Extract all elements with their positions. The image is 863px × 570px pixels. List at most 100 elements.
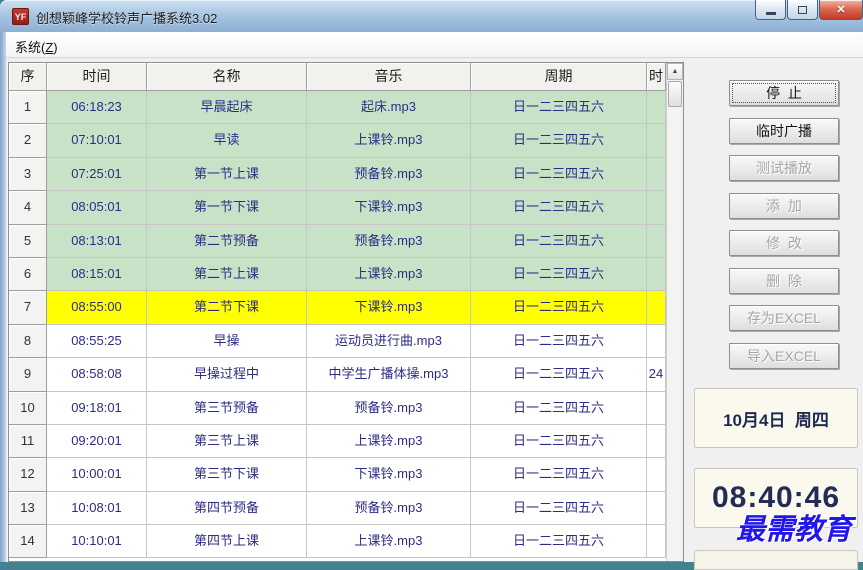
table-row[interactable]: 2 07:10:01 早读 上课铃.mp3 日一二三四五六 bbox=[9, 124, 666, 158]
cell-name: 第四节预备 bbox=[147, 491, 307, 526]
scroll-up-icon: ▲ bbox=[671, 68, 679, 75]
cell-name: 第三节预备 bbox=[147, 391, 307, 425]
row-number[interactable]: 12 bbox=[9, 458, 47, 492]
cell-period: 日一二三四五六 bbox=[471, 291, 647, 325]
cell-name: 早晨起床 bbox=[147, 91, 307, 125]
cell-time: 09:18:01 bbox=[47, 391, 147, 425]
action-button-3[interactable]: 测试播放 bbox=[729, 155, 839, 181]
table-row[interactable]: 14 10:10:01 第四节上课 上课铃.mp3 日一二三四五六 bbox=[9, 525, 666, 559]
table-row[interactable]: 10 09:18:01 第三节预备 预备铃.mp3 日一二三四五六 bbox=[9, 391, 666, 425]
cell-music: 预备铃.mp3 bbox=[307, 224, 471, 258]
cell-extra bbox=[647, 424, 666, 459]
cell-extra bbox=[647, 91, 666, 125]
table-row[interactable]: 8 08:55:25 早操 运动员进行曲.mp3 日一二三四五六 bbox=[9, 324, 666, 359]
action-button-8[interactable]: 导入EXCEL bbox=[729, 342, 839, 369]
cell-time: 08:55:25 bbox=[47, 324, 147, 359]
row-number[interactable]: 11 bbox=[9, 424, 47, 459]
cell-extra bbox=[647, 257, 666, 292]
row-number[interactable]: 2 bbox=[9, 124, 47, 158]
minimize-icon bbox=[765, 12, 776, 15]
row-number[interactable]: 4 bbox=[9, 191, 47, 225]
table-row[interactable]: 11 09:20:01 第三节上课 上课铃.mp3 日一二三四五六 bbox=[9, 424, 666, 459]
cell-extra bbox=[647, 291, 666, 325]
cell-period: 日一二三四五六 bbox=[471, 224, 647, 258]
table-row[interactable]: 9 08:58:08 早操过程中 中学生广播体操.mp3 日一二三四五六 24 bbox=[9, 358, 666, 392]
cell-name: 第三节下课 bbox=[147, 458, 307, 492]
row-number[interactable]: 8 bbox=[9, 324, 47, 359]
cell-extra bbox=[647, 157, 666, 192]
column-header-5: 周期 bbox=[471, 63, 647, 91]
table-row[interactable]: 5 08:13:01 第二节预备 预备铃.mp3 日一二三四五六 bbox=[9, 224, 666, 258]
menu-item-system[interactable]: 系统(Z) bbox=[6, 32, 67, 56]
row-number[interactable]: 7 bbox=[9, 291, 47, 325]
cell-name: 早操过程中 bbox=[147, 358, 307, 392]
action-button-5[interactable]: 修 改 bbox=[729, 230, 839, 256]
scroll-up-button[interactable]: ▲ bbox=[667, 63, 683, 80]
cell-name: 第三节上课 bbox=[147, 424, 307, 459]
cell-name: 早读 bbox=[147, 124, 307, 158]
cell-time: 10:10:01 bbox=[47, 525, 147, 559]
grid-header-row: 序时间 名称 音乐 周期时 bbox=[9, 63, 666, 91]
cell-music: 上课铃.mp3 bbox=[307, 257, 471, 292]
table-row[interactable]: 3 07:25:01 第一节上课 预备铃.mp3 日一二三四五六 bbox=[9, 157, 666, 192]
cell-extra bbox=[647, 491, 666, 526]
cell-music: 运动员进行曲.mp3 bbox=[307, 324, 471, 359]
cell-time: 10:00:01 bbox=[47, 458, 147, 492]
minimize-button[interactable] bbox=[755, 0, 786, 20]
cell-period: 日一二三四五六 bbox=[471, 157, 647, 192]
row-number[interactable]: 5 bbox=[9, 224, 47, 258]
table-row[interactable]: 7 08:55:00 第二节下课 下课铃.mp3 日一二三四五六 bbox=[9, 291, 666, 325]
close-icon: ✕ bbox=[836, 4, 846, 16]
table-row[interactable]: 13 10:08:01 第四节预备 预备铃.mp3 日一二三四五六 bbox=[9, 491, 666, 526]
cell-time: 06:18:23 bbox=[47, 91, 147, 125]
cell-period: 日一二三四五六 bbox=[471, 91, 647, 125]
table-row[interactable]: 4 08:05:01 第一节下课 下课铃.mp3 日一二三四五六 bbox=[9, 191, 666, 225]
button-panel: 停 止临时广播测试播放添 加修 改删 除存为EXCEL 导入EXCEL bbox=[729, 80, 839, 380]
cell-extra bbox=[647, 391, 666, 425]
close-button[interactable]: ✕ bbox=[819, 0, 863, 20]
window-title: 创想颖峰学校铃声广播系统3.02 bbox=[36, 11, 218, 26]
window-controls: ✕ bbox=[754, 0, 863, 20]
cell-period: 日一二三四五六 bbox=[471, 257, 647, 292]
cell-time: 08:05:01 bbox=[47, 191, 147, 225]
column-header-4: 音乐 bbox=[307, 63, 471, 91]
table-row[interactable]: 12 10:00:01 第三节下课 下课铃.mp3 日一二三四五六 bbox=[9, 458, 666, 492]
cell-period: 日一二三四五六 bbox=[471, 525, 647, 559]
cell-name: 第一节下课 bbox=[147, 191, 307, 225]
table-row[interactable]: 1 06:18:23 早晨起床 起床.mp3 日一二三四五六 bbox=[9, 91, 666, 125]
cell-extra bbox=[647, 191, 666, 225]
row-number[interactable]: 1 bbox=[9, 91, 47, 125]
column-header-1: 序 bbox=[9, 63, 47, 91]
cell-period: 日一二三四五六 bbox=[471, 124, 647, 158]
row-number[interactable]: 9 bbox=[9, 358, 47, 392]
row-number[interactable]: 13 bbox=[9, 491, 47, 526]
row-number[interactable]: 6 bbox=[9, 257, 47, 292]
cell-time: 08:13:01 bbox=[47, 224, 147, 258]
menu-bar: 系统(Z) bbox=[6, 32, 863, 58]
column-header-2: 时间 bbox=[47, 63, 147, 91]
cell-name: 第四节上课 bbox=[147, 525, 307, 559]
row-number[interactable]: 14 bbox=[9, 525, 47, 559]
cell-music: 预备铃.mp3 bbox=[307, 491, 471, 526]
window-left-border bbox=[0, 32, 6, 562]
row-number[interactable]: 10 bbox=[9, 391, 47, 425]
cell-period: 日一二三四五六 bbox=[471, 424, 647, 459]
action-button-2[interactable]: 临时广播 bbox=[729, 117, 839, 144]
app-icon: YF bbox=[12, 8, 29, 25]
action-button-4[interactable]: 添 加 bbox=[729, 192, 839, 219]
scrollbar-thumb[interactable] bbox=[668, 81, 682, 107]
maximize-button[interactable] bbox=[787, 0, 818, 20]
cell-time: 07:10:01 bbox=[47, 124, 147, 158]
action-button-7[interactable]: 存为EXCEL bbox=[729, 305, 839, 331]
vertical-scrollbar[interactable]: ▲ bbox=[666, 63, 683, 561]
date-panel: 10月4日 周四 bbox=[694, 388, 858, 448]
cell-period: 日一二三四五六 bbox=[471, 391, 647, 425]
action-button-6[interactable]: 删 除 bbox=[729, 267, 839, 294]
row-number[interactable]: 3 bbox=[9, 157, 47, 192]
cell-period: 日一二三四五六 bbox=[471, 458, 647, 492]
action-button-1[interactable]: 停 止 bbox=[729, 80, 839, 106]
title-bar: YF 创想颖峰学校铃声广播系统3.02 ✕ bbox=[0, 0, 863, 33]
table-row[interactable]: 6 08:15:01 第二节上课 上课铃.mp3 日一二三四五六 bbox=[9, 257, 666, 292]
cell-name: 第二节下课 bbox=[147, 291, 307, 325]
cell-time: 08:15:01 bbox=[47, 257, 147, 292]
